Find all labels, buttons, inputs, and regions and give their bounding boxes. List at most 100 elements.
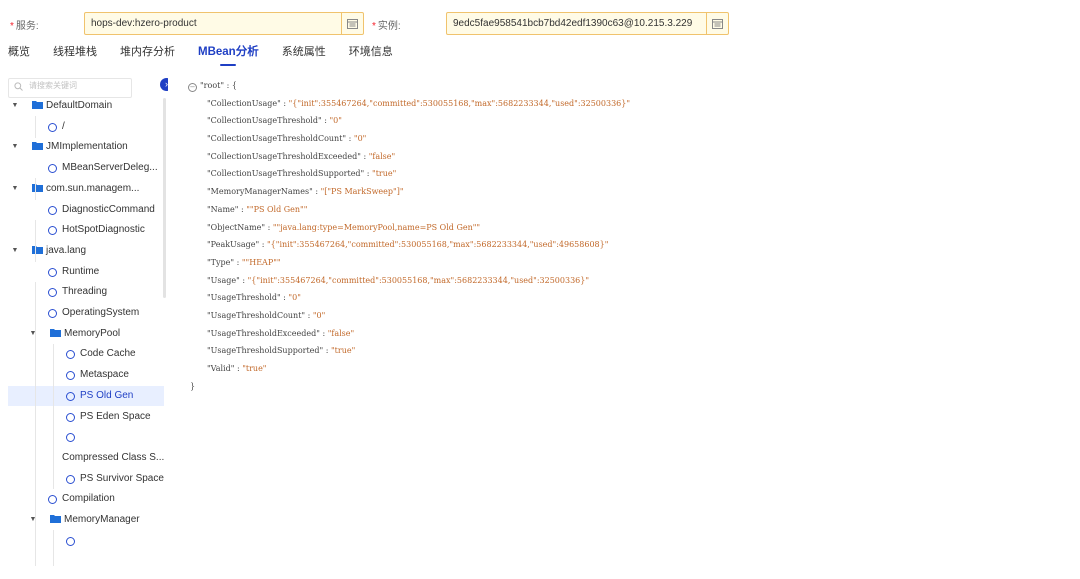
- tab-mbean-analysis[interactable]: MBean分析: [198, 42, 259, 68]
- caret-down-icon[interactable]: ▼: [28, 510, 38, 530]
- tree-node[interactable]: Compressed Class S...: [8, 448, 164, 468]
- tree-node[interactable]: [8, 427, 164, 447]
- tree-node-label: com.sun.managem...: [46, 182, 140, 194]
- folder-open-icon: [50, 324, 61, 344]
- json-key: "MemoryManagerNames": [207, 187, 313, 197]
- tree-node[interactable]: Compilation: [8, 489, 164, 509]
- tree-node-label: /: [62, 120, 65, 132]
- instance-label-text: 实例:: [377, 21, 401, 32]
- tree-node[interactable]: ▼ DefaultDomain: [8, 96, 164, 116]
- tree-node[interactable]: ▼ MemoryPool: [8, 324, 164, 344]
- tree-node-label: PS Survivor Space: [80, 472, 164, 484]
- tree-node[interactable]: ▼ java.lang: [8, 241, 164, 261]
- chevron-right-icon[interactable]: ›: [160, 78, 168, 91]
- json-value: "true": [331, 346, 356, 356]
- leaf-node-icon: [66, 391, 75, 401]
- json-key: "Name": [207, 204, 239, 214]
- tree-node[interactable]: Threading: [8, 282, 164, 302]
- caret-down-icon[interactable]: ▼: [10, 241, 20, 261]
- folder-open-icon: [32, 241, 43, 261]
- tree-node-label: Metaspace: [80, 369, 129, 381]
- tree-node[interactable]: [8, 531, 164, 551]
- json-entry-row: "MemoryManagerNames" : "["PS MarkSweep"]…: [188, 183, 1068, 201]
- tab-environment-info[interactable]: 环境信息: [349, 42, 393, 68]
- json-key: "CollectionUsageThreshold": [207, 116, 322, 126]
- tab-system-properties[interactable]: 系统属性: [282, 42, 326, 68]
- tree-node[interactable]: PS Survivor Space: [8, 469, 164, 489]
- json-key: "UsageThresholdCount": [207, 310, 306, 320]
- caret-down-icon[interactable]: ▼: [28, 324, 38, 344]
- instance-selector-bar: * 服务: hops-dev:hzero-product * 实例: 9edc5fa…: [0, 12, 740, 36]
- json-separator: :: [259, 240, 267, 250]
- leaf-node-icon: [48, 495, 57, 505]
- tree-node[interactable]: MBeanServerDeleg...: [8, 158, 164, 178]
- tree-node-label: java.lang: [46, 244, 87, 256]
- caret-down-icon[interactable]: ▼: [10, 137, 20, 157]
- leaf-node-icon: [66, 412, 75, 422]
- search-icon: [14, 82, 23, 93]
- json-value: "0": [353, 134, 367, 144]
- tree-node-label: Compilation: [62, 493, 115, 505]
- json-value: "{"init":355467264,"committed":530055168…: [247, 275, 590, 285]
- tree-node[interactable]: PS Eden Space: [8, 407, 164, 427]
- leaf-node-icon: [48, 309, 57, 318]
- service-field[interactable]: hops-dev:hzero-product: [84, 12, 364, 35]
- json-entry-row: "UsageThresholdSupported" : "true": [188, 342, 1068, 360]
- leaf-node-icon: [48, 226, 57, 236]
- json-close-row: }: [188, 378, 1068, 396]
- tree-node[interactable]: Metaspace: [8, 365, 164, 385]
- leaf-node-icon: [48, 205, 57, 215]
- tree-node[interactable]: Code Cache: [8, 344, 164, 364]
- tab-overview[interactable]: 概览: [8, 42, 30, 68]
- leaf-node-icon: [48, 288, 57, 298]
- tree-node[interactable]: PS Old Gen: [8, 385, 164, 406]
- tree-node[interactable]: ▼ JMImplementation: [8, 137, 164, 157]
- json-separator: :: [312, 187, 321, 197]
- json-key: "Valid": [207, 364, 235, 373]
- tree-node[interactable]: Runtime: [8, 262, 164, 282]
- json-separator: :: [305, 310, 313, 320]
- tree-node-label: MBeanServerDeleg...: [62, 162, 158, 174]
- instance-lookup-icon[interactable]: [706, 13, 728, 34]
- tab-thread-stack[interactable]: 线程堆栈: [53, 42, 97, 68]
- json-value: "true": [242, 364, 267, 373]
- json-entry-row: "CollectionUsageThresholdExceeded" : "fa…: [188, 148, 1068, 166]
- collapse-toggle-icon[interactable]: −: [188, 83, 197, 92]
- tree-search-box[interactable]: [8, 78, 132, 98]
- mbean-json-viewer: − "root" : { "CollectionUsage" : "{"init"…: [188, 77, 1068, 395]
- tree-node-label: DiagnosticCommand: [62, 203, 155, 215]
- tree-node[interactable]: /: [8, 117, 164, 137]
- tree-node[interactable]: OperatingSystem: [8, 303, 164, 323]
- instance-field[interactable]: 9edc5fae958541bcb7bd42edf1390c63@10.215.…: [446, 12, 729, 35]
- tree-node[interactable]: ▼ MemoryManager: [8, 510, 164, 530]
- json-value: ""PS Old Gen"": [246, 204, 308, 214]
- caret-down-icon[interactable]: ▼: [10, 96, 20, 116]
- json-key: "UsageThresholdSupported": [207, 346, 324, 356]
- json-root-row: − "root" : {: [188, 81, 237, 92]
- tree-search-input[interactable]: [29, 81, 127, 90]
- tab-heap-analysis[interactable]: 堆内存分析: [120, 42, 175, 68]
- json-value: "false": [327, 328, 355, 338]
- json-entry-row: "CollectionUsageThresholdSupported" : "t…: [188, 165, 1068, 183]
- json-value: "true": [372, 169, 397, 179]
- json-value: "{"init":355467264,"committed":530055168…: [267, 240, 609, 250]
- json-entry-row: "ObjectName" : ""java.lang:type=MemoryPo…: [188, 219, 1068, 237]
- leaf-node-icon: [48, 164, 57, 174]
- json-value: ""HEAP"": [241, 257, 281, 267]
- tree-node[interactable]: DiagnosticCommand: [8, 200, 164, 220]
- tree-node[interactable]: HotSpotDiagnostic: [8, 220, 164, 240]
- caret-down-icon[interactable]: ▼: [10, 179, 20, 199]
- service-lookup-icon[interactable]: [341, 13, 363, 34]
- json-entry-row: "UsageThresholdCount" : "0": [188, 307, 1068, 325]
- service-label-text: 服务:: [15, 21, 39, 32]
- leaf-node-icon: [66, 371, 75, 381]
- tree-indent-guide: [35, 178, 36, 200]
- json-entry-row: "UsageThreshold" : "0": [188, 289, 1068, 307]
- instance-value: 9edc5fae958541bcb7bd42edf1390c63@10.215.…: [453, 18, 693, 29]
- json-separator: :: [319, 328, 328, 338]
- json-entry-row: "Usage" : "{"init":355467264,"committed"…: [188, 272, 1068, 290]
- tree-node-label: Threading: [62, 286, 108, 298]
- tree-node[interactable]: ▼ com.sun.managem...: [8, 179, 164, 199]
- json-key: "CollectionUsageThresholdCount": [207, 134, 347, 144]
- json-entry-row: "CollectionUsage" : "{"init":355467264,"…: [188, 95, 1068, 113]
